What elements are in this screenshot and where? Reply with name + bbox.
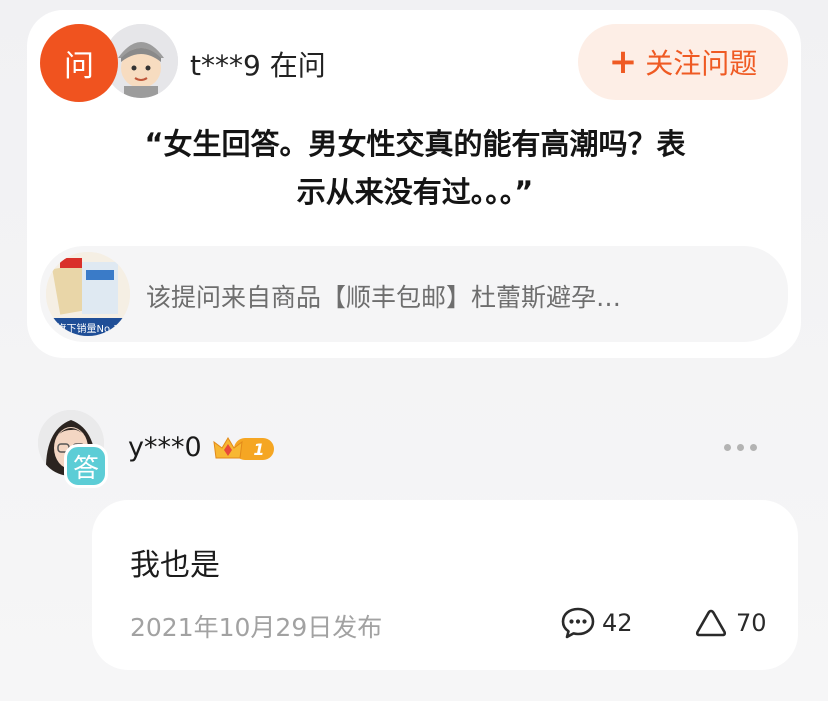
crown-level-icon: 1: [213, 437, 274, 460]
dot: [724, 443, 731, 451]
comment-count: 42: [602, 609, 633, 637]
answer-text[interactable]: 我也是: [130, 540, 220, 584]
product-source-bar[interactable]: 旗下销量No.1 该提问来自商品【顺丰包邮】杜蕾斯避孕…: [40, 246, 788, 342]
product-thumb-caption: 旗下销量No.1: [57, 322, 120, 335]
question-title[interactable]: “女生回答。男女性交真的能有高潮吗？表示从来没有过。。。”: [130, 120, 700, 216]
answer-card: [92, 500, 798, 670]
answer-date: 2021年10月29日发布: [130, 613, 383, 642]
dot: [750, 443, 757, 451]
follow-question-button[interactable]: + 关注问题: [578, 24, 788, 100]
answerer-name[interactable]: y***0: [128, 432, 202, 463]
like-button[interactable]: 70: [694, 604, 767, 642]
triangle-like-icon: [695, 609, 727, 637]
more-dots-icon[interactable]: [724, 440, 764, 454]
level-badge: 1: [212, 434, 276, 464]
product-thumbnail: 旗下销量No.1: [46, 252, 130, 336]
like-count: 70: [736, 609, 767, 637]
answer-badge: 答: [64, 444, 108, 488]
level-number: 1: [253, 440, 264, 459]
plus-icon: +: [608, 42, 638, 82]
asker-name[interactable]: t***9 在问: [190, 44, 326, 84]
dot: [737, 443, 744, 451]
ask-badge: 问: [40, 24, 118, 102]
product-source-text: 该提问来自商品【顺丰包邮】杜蕾斯避孕…: [146, 283, 622, 312]
product-image-icon: 旗下销量No.1: [46, 252, 130, 336]
follow-question-label: 关注问题: [645, 47, 758, 80]
comment-button[interactable]: 42: [560, 604, 633, 642]
comment-bubble-icon: [561, 607, 595, 639]
